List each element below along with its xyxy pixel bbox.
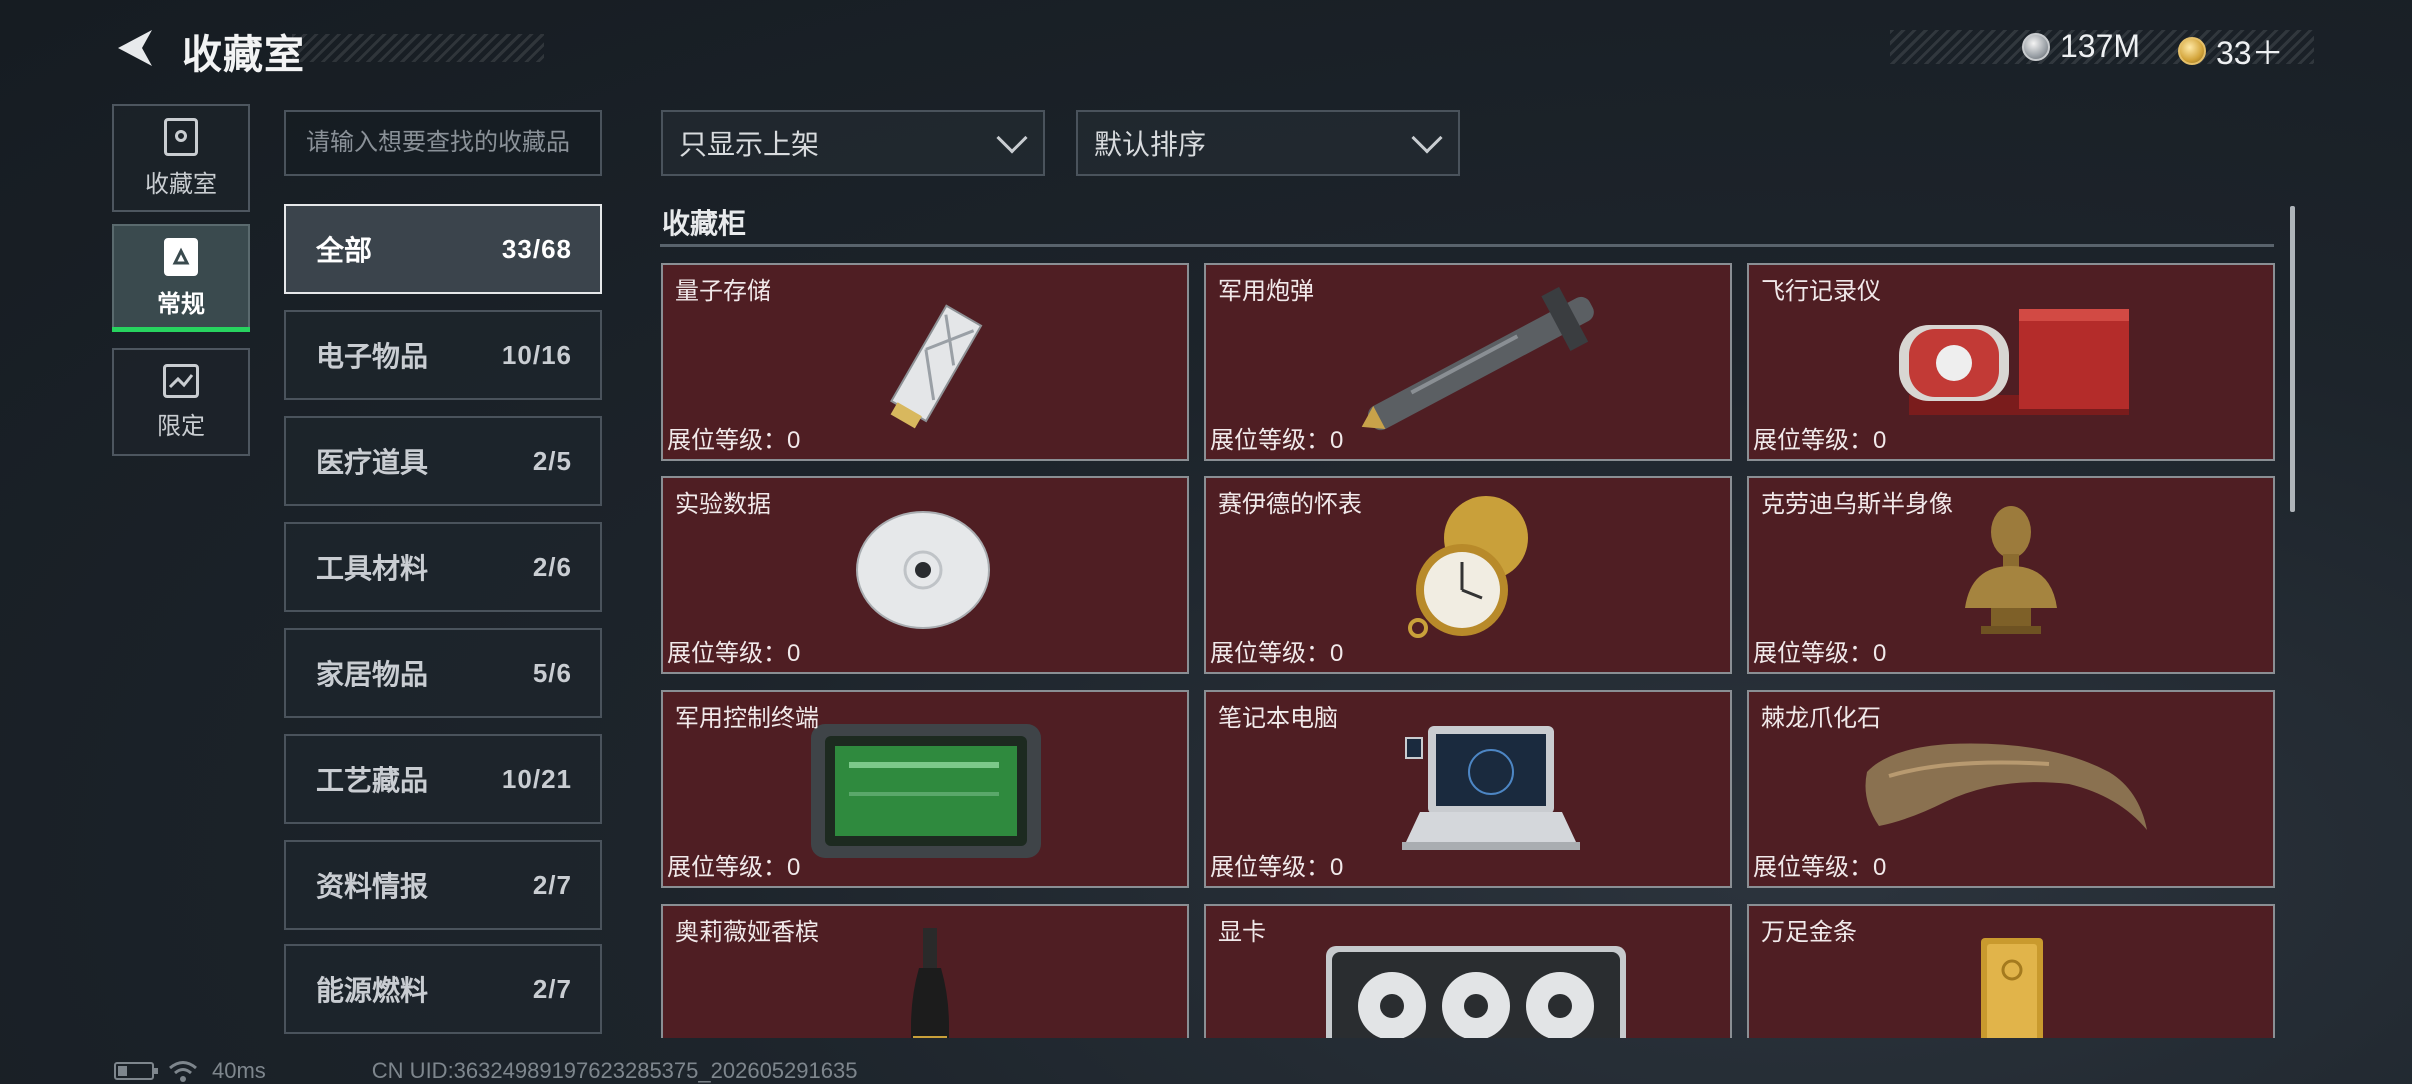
gold-currency[interactable]: 33＋ [2178,28,2284,74]
page-title: 收藏室 [182,33,305,77]
item-name: 克劳迪乌斯半身像 [1761,491,1953,518]
category-count: 33/68 [501,233,572,264]
category-name: 工艺藏品 [316,765,429,796]
category-name: 电子物品 [316,341,429,372]
item-level: 展位等级：0 [1753,427,1887,454]
battery-icon [114,1062,158,1080]
item-card[interactable]: 实验数据 展位等级：0 [661,476,1189,674]
category-count: 10/16 [501,339,572,370]
category-name: 医疗道具 [316,447,429,478]
category-name: 能源燃料 [316,975,429,1006]
nav-label: 限定 [157,412,205,440]
nav-label: 收藏室 [145,170,217,198]
gold-amount: 33＋ [2216,35,2284,71]
filter-value: 只显示上架 [679,129,820,160]
wifi-icon [169,1061,197,1082]
item-level: 展位等级：0 [667,640,801,667]
nav-label: 常规 [157,290,205,318]
item-card[interactable]: 显卡 [1204,904,1732,1038]
item-name: 万足金条 [1761,919,1857,946]
sort-value: 默认排序 [1094,129,1207,160]
item-card[interactable]: 笔记本电脑 展位等级：0 [1204,690,1732,888]
silver-coin-icon [2022,32,2050,61]
category-name: 工具材料 [316,553,429,584]
search-input[interactable] [284,110,602,176]
item-name: 实验数据 [675,491,771,518]
silver-currency: 137M [2022,28,2140,65]
item-name: 飞行记录仪 [1761,278,1881,305]
item-card[interactable]: 军用控制终端 展位等级：0 [661,690,1189,888]
nav-limited[interactable]: 限定 [112,348,250,456]
chevron-down-icon [1411,122,1443,154]
section-divider [660,244,2274,247]
item-card[interactable]: 万足金条 [1747,904,2275,1038]
item-level: 展位等级：0 [667,427,801,454]
category-name: 资料情报 [316,871,429,902]
gold-coin-icon [2178,37,2206,65]
item-name: 奥莉薇娅香槟 [675,919,819,946]
item-name: 笔记本电脑 [1218,705,1338,732]
category-count: 10/21 [501,763,572,794]
item-card[interactable]: 军用炮弹 展位等级：0 [1204,263,1732,461]
category-intel[interactable]: 资料情报 2/7 [284,840,602,930]
category-count: 2/7 [532,973,572,1004]
category-tools[interactable]: 工具材料 2/6 [284,522,602,612]
category-household[interactable]: 家居物品 5/6 [284,628,602,718]
item-name: 棘龙爪化石 [1761,705,1881,732]
category-count: 5/6 [532,657,572,688]
nav-regular[interactable]: 常规 [112,224,250,332]
ping-value: 40ms [212,1058,266,1083]
item-name: 军用控制终端 [675,705,819,732]
regular-icon [164,237,198,276]
collection-room-icon [164,117,198,156]
item-card[interactable]: 量子存储 展位等级：0 [661,263,1189,461]
uid-text: CN UID:36324989197623285375_202605291635 [371,1058,858,1083]
nav-collection-room[interactable]: 收藏室 [112,104,250,212]
title-decoration [292,34,544,62]
item-card[interactable]: 奥莉薇娅香槟 [661,904,1189,1038]
category-name: 家居物品 [316,659,429,690]
category-medical[interactable]: 医疗道具 2/5 [284,416,602,506]
category-crafts[interactable]: 工艺藏品 10/21 [284,734,602,824]
item-level: 展位等级：0 [1753,854,1887,881]
item-name: 量子存储 [675,278,771,305]
section-title: 收藏柜 [662,208,747,239]
category-energy[interactable]: 能源燃料 2/7 [284,944,602,1034]
category-name: 全部 [316,235,373,266]
item-level: 展位等级：0 [1210,427,1344,454]
category-count: 2/5 [532,445,572,476]
back-arrow-icon[interactable] [112,26,156,70]
graphics-card-icon [1326,946,1626,1038]
item-name: 显卡 [1218,919,1266,946]
item-card[interactable]: 飞行记录仪 展位等级：0 [1747,263,2275,461]
category-count: 2/7 [532,869,572,900]
item-name: 赛伊德的怀表 [1218,491,1362,518]
sort-dropdown[interactable]: 默认排序 [1076,110,1460,176]
status-bar: 40ms CN UID:36324989197623285375_2026052… [114,1058,857,1084]
category-count: 2/6 [532,551,572,582]
item-card[interactable]: 赛伊德的怀表 展位等级：0 [1204,476,1732,674]
item-level: 展位等级：0 [1210,640,1344,667]
item-card[interactable]: 克劳迪乌斯半身像 展位等级：0 [1747,476,2275,674]
category-electronics[interactable]: 电子物品 10/16 [284,310,602,400]
item-level: 展位等级：0 [1753,640,1887,667]
category-all[interactable]: 全部 33/68 [284,204,602,294]
limited-icon [163,363,199,398]
chevron-down-icon [996,122,1028,154]
item-level: 展位等级：0 [667,854,801,881]
item-level: 展位等级：0 [1210,854,1344,881]
item-name: 军用炮弹 [1218,278,1314,305]
filter-dropdown[interactable]: 只显示上架 [661,110,1045,176]
silver-amount: 137M [2060,28,2141,64]
item-card[interactable]: 棘龙爪化石 展位等级：0 [1747,690,2275,888]
scrollbar[interactable] [2290,206,2295,512]
